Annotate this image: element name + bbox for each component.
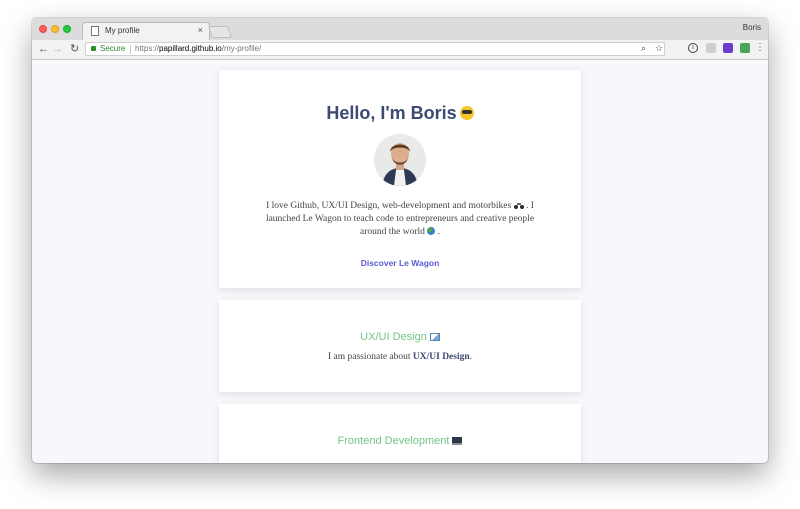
zoom-search-icon[interactable]: ⌕ xyxy=(641,43,646,54)
back-arrow-icon[interactable]: ← xyxy=(38,43,49,55)
laptop-emoji-icon xyxy=(452,437,463,445)
new-tab-button[interactable] xyxy=(207,26,233,38)
reload-icon[interactable]: ↻ xyxy=(70,43,79,55)
close-window-button[interactable] xyxy=(39,25,47,33)
tab-bar: My profile × Boris xyxy=(32,18,768,40)
info-icon[interactable]: i xyxy=(688,43,698,53)
zoom-window-button[interactable] xyxy=(63,25,71,33)
greeting-text: Hello, I'm Boris xyxy=(326,103,457,123)
url-text[interactable]: https://papillard.github.io/my-profile/ xyxy=(135,44,261,53)
section-text-suffix: . xyxy=(469,352,473,362)
minimize-window-button[interactable] xyxy=(51,25,59,33)
globe-emoji-icon xyxy=(427,227,436,235)
bio-line-3-end: . xyxy=(437,227,441,237)
discover-le-wagon-link[interactable]: Discover Le Wagon xyxy=(219,258,581,268)
bio-paragraph: I love Github, UX/UI Design, web-develop… xyxy=(249,200,551,239)
profile-card: Hello, I'm Boris I love Github, UX/UI De… xyxy=(219,70,581,288)
section-title-text: Frontend Development xyxy=(337,435,450,447)
tab-my-profile[interactable]: My profile × xyxy=(82,22,210,40)
extension-purple-icon[interactable] xyxy=(723,43,733,53)
omnibox-divider xyxy=(130,45,131,54)
forward-arrow-icon[interactable]: → xyxy=(52,43,63,55)
bookmark-star-icon[interactable]: ☆ xyxy=(655,43,663,54)
bio-line-3: around the world xyxy=(359,227,425,237)
url-host: papillard.github.io xyxy=(159,44,222,53)
section-title-text: UX/UI Design xyxy=(360,331,427,343)
triangle-ruler-emoji-icon xyxy=(429,333,440,341)
section-card-frontend: Frontend Development xyxy=(219,404,581,463)
section-card-ux-ui: UX/UI Design I am passionate about UX/UI… xyxy=(219,300,581,392)
url-path: /my-profile/ xyxy=(221,44,262,53)
extension-gray-icon[interactable] xyxy=(706,43,716,53)
page-title: Hello, I'm Boris xyxy=(219,103,581,124)
sunglasses-emoji-icon xyxy=(459,106,474,120)
browser-window: My profile × Boris ← → ↻ Secure https://… xyxy=(32,18,768,463)
lock-icon xyxy=(91,46,96,51)
motorbike-emoji-icon xyxy=(513,202,524,209)
secure-label: Secure xyxy=(100,44,126,53)
bio-line-2: launched Le Wagon to teach code to entre… xyxy=(265,214,535,224)
url-scheme: https:// xyxy=(135,44,160,53)
bio-line-1-end: . I xyxy=(525,201,534,211)
avatar xyxy=(374,134,426,186)
section-text-prefix: I am passionate about xyxy=(327,352,413,362)
address-bar[interactable]: Secure https://papillard.github.io/my-pr… xyxy=(85,42,665,56)
profile-user-name[interactable]: Boris xyxy=(743,23,761,32)
bio-line-1: I love Github, UX/UI Design, web-develop… xyxy=(266,201,512,211)
section-text: I am passionate about UX/UI Design. xyxy=(219,352,581,362)
section-text-bold: UX/UI Design xyxy=(412,352,470,362)
browser-toolbar: ← → ↻ Secure https://papillard.github.io… xyxy=(32,40,768,60)
extension-green-icon[interactable] xyxy=(740,43,750,53)
avatar-portrait-icon xyxy=(374,134,426,186)
page-icon xyxy=(91,26,99,36)
tab-close-icon[interactable]: × xyxy=(198,25,203,35)
menu-dots-icon[interactable]: ⋮ xyxy=(755,42,765,53)
section-title: Frontend Development xyxy=(219,435,581,447)
section-title: UX/UI Design xyxy=(219,331,581,343)
tab-title: My profile xyxy=(105,26,140,35)
